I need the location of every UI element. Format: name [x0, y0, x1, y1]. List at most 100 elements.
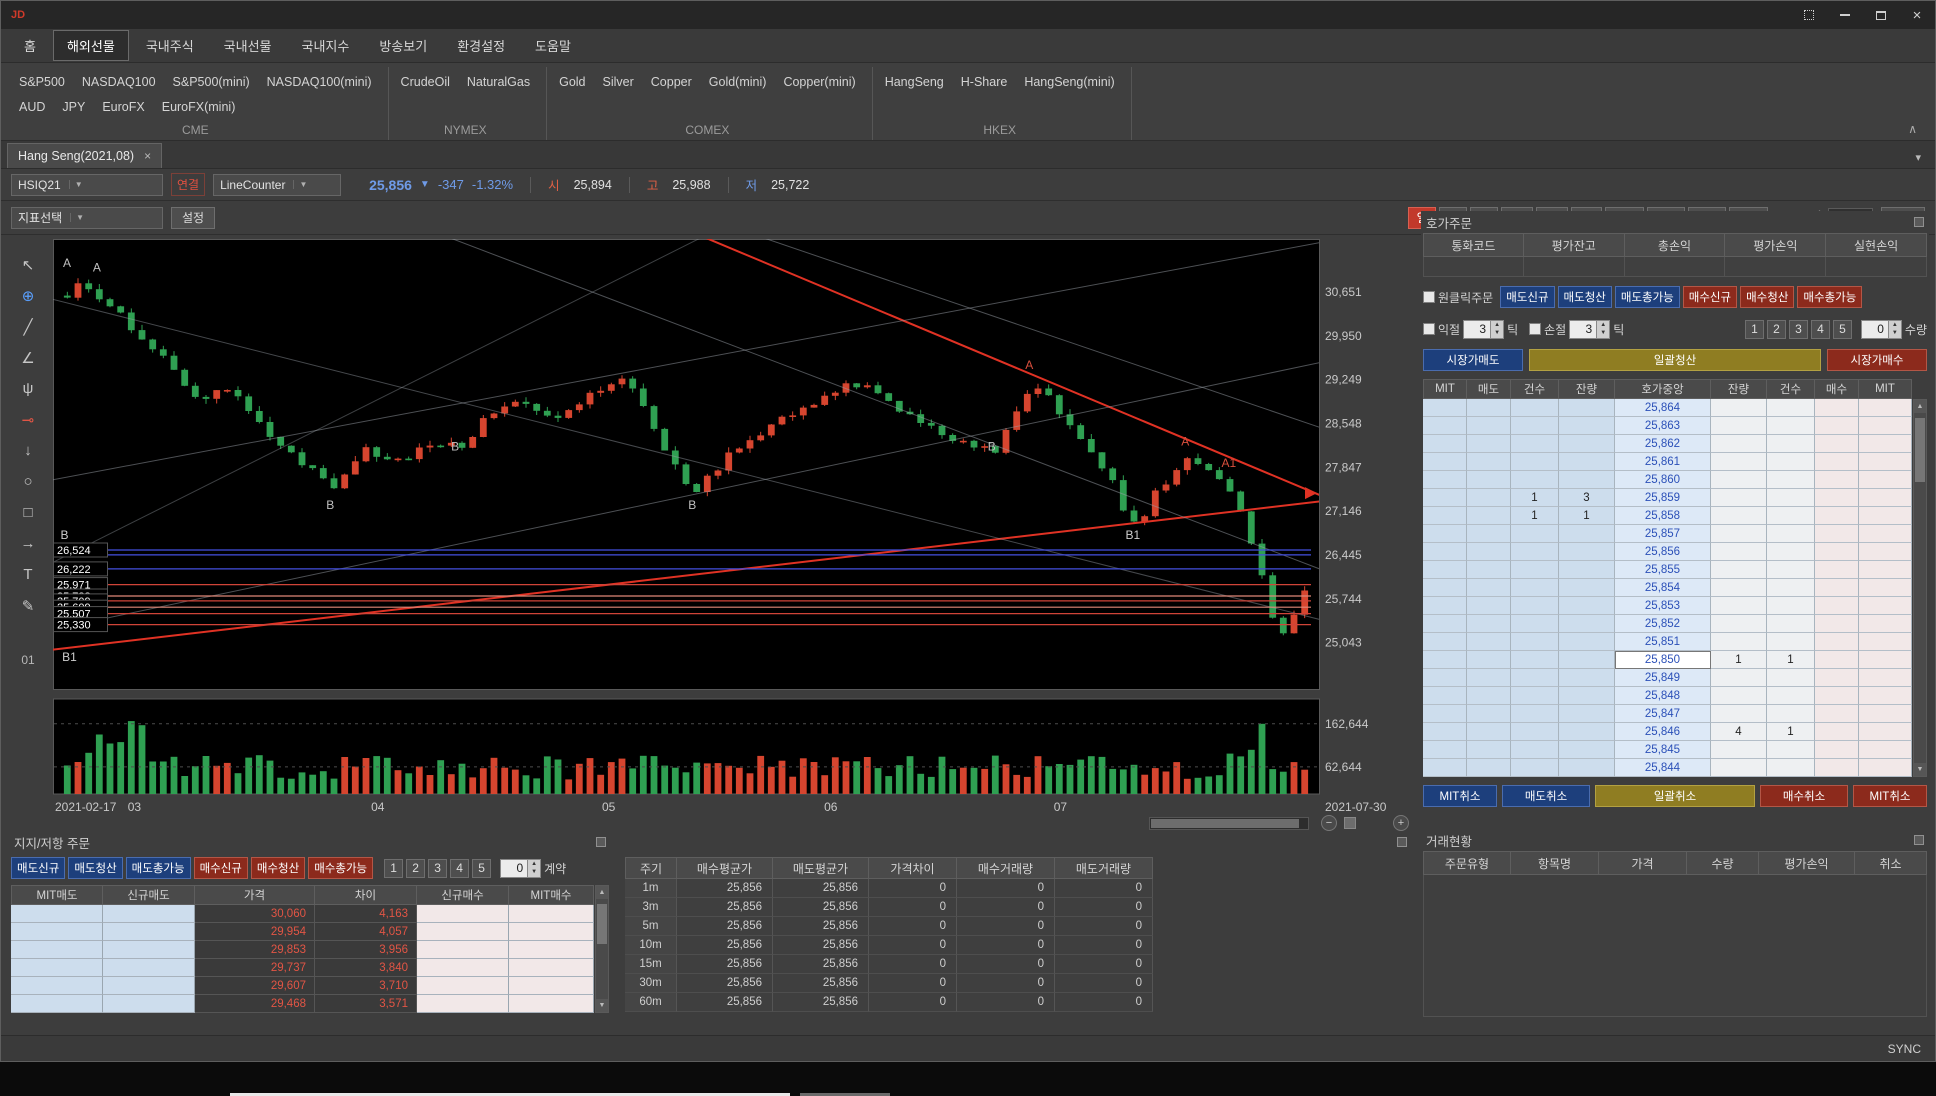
- ladder-mit-buy-cell[interactable]: [1859, 705, 1912, 723]
- ladder-sell-qty-cell[interactable]: [1559, 651, 1615, 669]
- ladder-buy-qty-cell[interactable]: [1711, 561, 1767, 579]
- market-item-JPY[interactable]: JPY: [62, 100, 85, 114]
- ladder-sell-cell[interactable]: [1467, 651, 1511, 669]
- take-profit-value[interactable]: 3: [1463, 320, 1491, 339]
- support-mit-sell-cell[interactable]: [11, 977, 103, 995]
- ladder-price-cell[interactable]: 25,864: [1615, 399, 1711, 417]
- ladder-mit-sell-cell[interactable]: [1423, 759, 1467, 777]
- fit-window-button[interactable]: [1801, 7, 1817, 23]
- chart-scrollbar[interactable]: [1149, 817, 1309, 830]
- ladder-sell-count-cell[interactable]: [1511, 417, 1559, 435]
- market-item-Gold-mini[interactable]: Gold(mini): [709, 75, 767, 89]
- ladder-buy-cell[interactable]: [1815, 471, 1859, 489]
- market-item-NASDAQ100[interactable]: NASDAQ100: [82, 75, 156, 89]
- ladder-mit-sell-cell[interactable]: [1423, 615, 1467, 633]
- market-buy-button[interactable]: 시장가매수: [1827, 349, 1927, 371]
- cancel-all-button[interactable]: 일괄취소: [1595, 785, 1755, 807]
- support-scrollbar[interactable]: ▲ ▼: [595, 885, 609, 1013]
- support-price-cell[interactable]: 29,954: [195, 923, 315, 941]
- ladder-buy-count-cell[interactable]: [1767, 687, 1815, 705]
- ladder-sell-qty-cell[interactable]: [1559, 543, 1615, 561]
- ladder-price-cell[interactable]: 25,860: [1615, 471, 1711, 489]
- support-mit-buy-cell[interactable]: [509, 959, 594, 977]
- support-qty-preset-2[interactable]: 2: [406, 859, 425, 878]
- ladder-sell-cell[interactable]: [1467, 435, 1511, 453]
- ladder-buy-qty-cell[interactable]: [1711, 507, 1767, 525]
- ladder-sell-cell[interactable]: [1467, 705, 1511, 723]
- ladder-buy-qty-cell[interactable]: 4: [1711, 723, 1767, 741]
- ladder-buy-qty-cell[interactable]: 1: [1711, 651, 1767, 669]
- support-buy-new-button[interactable]: 매수신규: [194, 857, 248, 879]
- ladder-mit-sell-cell[interactable]: [1423, 417, 1467, 435]
- ladder-buy-cell[interactable]: [1815, 489, 1859, 507]
- support-qty-value[interactable]: 0: [500, 859, 528, 878]
- chart-tab[interactable]: Hang Seng(2021,08) ×: [7, 143, 162, 168]
- market-item-EuroFX[interactable]: EuroFX: [102, 100, 144, 114]
- sell-new-button[interactable]: 매도신규: [1500, 286, 1554, 308]
- support-qty-stepper[interactable]: 0 ▲▼: [500, 859, 541, 878]
- market-item-S-P500-mini[interactable]: S&P500(mini): [173, 75, 250, 89]
- pin-icon[interactable]: [1914, 835, 1924, 845]
- ladder-sell-count-cell[interactable]: [1511, 471, 1559, 489]
- ladder-sell-count-cell[interactable]: [1511, 453, 1559, 471]
- support-diff-cell[interactable]: 3,956: [315, 941, 417, 959]
- ladder-sell-cell[interactable]: [1467, 561, 1511, 579]
- arrow-tool-icon[interactable]: →: [14, 532, 42, 555]
- support-qty-preset-3[interactable]: 3: [428, 859, 447, 878]
- support-mit-sell-cell[interactable]: [11, 923, 103, 941]
- ladder-buy-count-cell[interactable]: [1767, 633, 1815, 651]
- ladder-mit-sell-cell[interactable]: [1423, 543, 1467, 561]
- ladder-sell-count-cell[interactable]: [1511, 741, 1559, 759]
- sell-close-button[interactable]: 매도청산: [1558, 286, 1612, 308]
- ladder-sell-qty-cell[interactable]: [1559, 687, 1615, 705]
- ladder-mit-sell-cell[interactable]: [1423, 507, 1467, 525]
- ladder-price-cell[interactable]: 25,851: [1615, 633, 1711, 651]
- ladder-sell-count-cell[interactable]: [1511, 579, 1559, 597]
- support-mit-sell-cell[interactable]: [11, 941, 103, 959]
- ladder-buy-cell[interactable]: [1815, 615, 1859, 633]
- ladder-scrollbar-thumb[interactable]: [1915, 418, 1925, 482]
- ladder-sell-count-cell[interactable]: [1511, 705, 1559, 723]
- ladder-buy-count-cell[interactable]: [1767, 669, 1815, 687]
- ladder-buy-count-cell[interactable]: [1767, 561, 1815, 579]
- ladder-mit-buy-cell[interactable]: [1859, 759, 1912, 777]
- brush-tool-icon[interactable]: ✎: [14, 594, 42, 617]
- sell-all-button[interactable]: 매도총가능: [1615, 286, 1680, 308]
- buy-new-button[interactable]: 매수신규: [1683, 286, 1737, 308]
- ladder-sell-count-cell[interactable]: [1511, 525, 1559, 543]
- ladder-price-cell[interactable]: 25,855: [1615, 561, 1711, 579]
- ladder-buy-cell[interactable]: [1815, 561, 1859, 579]
- support-sell-close-button[interactable]: 매도청산: [68, 857, 122, 879]
- ladder-buy-cell[interactable]: [1815, 417, 1859, 435]
- market-item-AUD[interactable]: AUD: [19, 100, 45, 114]
- ladder-buy-count-cell[interactable]: [1767, 597, 1815, 615]
- ladder-mit-sell-cell[interactable]: [1423, 471, 1467, 489]
- ladder-mit-buy-cell[interactable]: [1859, 525, 1912, 543]
- support-mit-buy-cell[interactable]: [509, 941, 594, 959]
- ladder-sell-qty-cell[interactable]: [1559, 759, 1615, 777]
- stop-loss-value[interactable]: 3: [1569, 320, 1597, 339]
- ladder-buy-cell[interactable]: [1815, 651, 1859, 669]
- ladder-buy-qty-cell[interactable]: [1711, 471, 1767, 489]
- ladder-mit-buy-cell[interactable]: [1859, 669, 1912, 687]
- ladder-buy-qty-cell[interactable]: [1711, 453, 1767, 471]
- ladder-buy-count-cell[interactable]: 1: [1767, 651, 1815, 669]
- support-new-buy-cell[interactable]: [417, 905, 509, 923]
- menu-item-home[interactable]: 홈: [11, 31, 49, 60]
- menu-item-broadcast[interactable]: 방송보기: [366, 31, 440, 60]
- ladder-sell-cell[interactable]: [1467, 525, 1511, 543]
- qty-preset-2[interactable]: 2: [1767, 320, 1786, 339]
- ladder-price-cell[interactable]: 25,846: [1615, 723, 1711, 741]
- ladder-sell-count-cell[interactable]: [1511, 399, 1559, 417]
- ladder-sell-cell[interactable]: [1467, 687, 1511, 705]
- market-item-HangSeng-mini[interactable]: HangSeng(mini): [1024, 75, 1114, 89]
- ladder-sell-cell[interactable]: [1467, 507, 1511, 525]
- zoom-tool-icon[interactable]: ⊕: [14, 284, 42, 307]
- ladder-mit-buy-cell[interactable]: [1859, 471, 1912, 489]
- market-item-HangSeng[interactable]: HangSeng: [885, 75, 944, 89]
- ladder-mit-buy-cell[interactable]: [1859, 597, 1912, 615]
- ladder-buy-qty-cell[interactable]: [1711, 579, 1767, 597]
- ladder-mit-buy-cell[interactable]: [1859, 543, 1912, 561]
- ladder-buy-count-cell[interactable]: [1767, 471, 1815, 489]
- ladder-mit-buy-cell[interactable]: [1859, 435, 1912, 453]
